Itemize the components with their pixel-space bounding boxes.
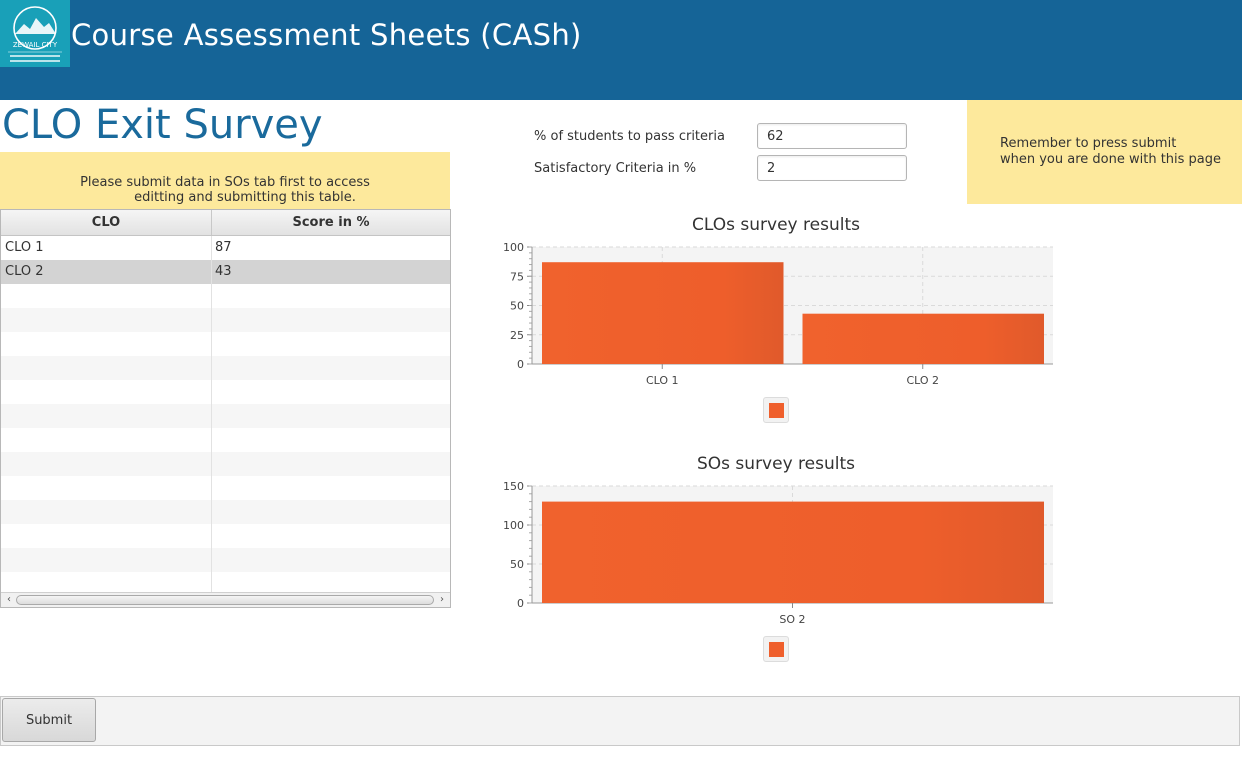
clo-cell[interactable] — [1, 284, 212, 308]
score-cell[interactable] — [212, 356, 450, 380]
clo-cell[interactable] — [1, 308, 212, 332]
table-row[interactable] — [1, 284, 450, 308]
score-cell[interactable] — [212, 500, 450, 524]
score-cell[interactable] — [212, 452, 450, 476]
horizontal-scrollbar[interactable]: ‹ › — [1, 592, 450, 607]
bar-so-2 — [542, 501, 1044, 603]
note-line: Remember to press submit — [1000, 136, 1177, 151]
pass-criteria-input[interactable] — [757, 123, 907, 149]
clo-cell[interactable] — [1, 452, 212, 476]
note-line: Please submit data in SOs tab first to a… — [80, 175, 370, 190]
table-row[interactable] — [1, 476, 450, 500]
x-tick-label: CLO 2 — [906, 374, 939, 387]
scrollbar-thumb[interactable] — [16, 595, 434, 605]
table-header: CLO Score in % — [1, 210, 450, 236]
clo-cell[interactable] — [1, 428, 212, 452]
note-line: when you are done with this page — [1000, 152, 1222, 167]
app-header: ZEWAIL CITY Course Assessment Sheets (CA… — [0, 0, 1242, 100]
score-cell[interactable] — [212, 524, 450, 548]
svg-text:ZEWAIL CITY: ZEWAIL CITY — [13, 41, 58, 49]
table-row[interactable] — [1, 380, 450, 404]
table-row[interactable] — [1, 548, 450, 572]
table-row[interactable] — [1, 356, 450, 380]
satisfactory-criteria-label: Satisfactory Criteria in % — [534, 161, 697, 176]
table-row[interactable] — [1, 500, 450, 524]
score-cell[interactable] — [212, 332, 450, 356]
score-cell[interactable] — [212, 428, 450, 452]
x-tick-label: CLO 1 — [646, 374, 679, 387]
score-cell[interactable] — [212, 380, 450, 404]
score-cell[interactable] — [212, 404, 450, 428]
so-chart-title: SOs survey results — [697, 454, 855, 474]
submit-reminder-note: Remember to press submit when you are do… — [967, 100, 1242, 204]
clo-chart-legend — [763, 397, 789, 423]
y-tick-label: 100 — [503, 241, 524, 254]
scroll-left-icon[interactable]: ‹ — [2, 593, 16, 607]
y-tick-label: 0 — [517, 358, 524, 371]
score-cell[interactable] — [212, 308, 450, 332]
score-cell[interactable] — [212, 548, 450, 572]
y-tick-label: 25 — [510, 329, 524, 342]
so-survey-chart: 0 50 100 150 SO 2 — [503, 480, 1053, 626]
table-row[interactable]: CLO 2 43 — [1, 260, 450, 284]
y-tick-label: 75 — [510, 270, 524, 283]
so-chart-legend — [763, 636, 789, 662]
clo-cell[interactable] — [1, 476, 212, 500]
score-cell[interactable]: 43 — [212, 260, 450, 284]
table-row[interactable] — [1, 524, 450, 548]
page-title: CLO Exit Survey — [2, 102, 323, 148]
zewail-city-logo: ZEWAIL CITY — [0, 0, 70, 67]
clo-survey-chart: 0 25 50 75 100 CLO 1 CLO 2 — [503, 241, 1053, 387]
satisfactory-criteria-input[interactable] — [757, 155, 907, 181]
legend-color-swatch — [769, 403, 784, 418]
column-header-clo[interactable]: CLO — [1, 210, 212, 235]
table-row[interactable] — [1, 428, 450, 452]
table-row[interactable] — [1, 308, 450, 332]
bar-clo-1 — [542, 262, 784, 364]
clo-cell[interactable] — [1, 548, 212, 572]
note-line: editting and submitting this table. — [134, 190, 356, 205]
score-cell[interactable] — [212, 284, 450, 308]
clo-cell[interactable]: CLO 1 — [1, 236, 212, 260]
table-row[interactable] — [1, 332, 450, 356]
table-row[interactable] — [1, 404, 450, 428]
y-tick-label: 0 — [517, 597, 524, 610]
pass-criteria-label: % of students to pass criteria — [534, 129, 725, 144]
app-title: Course Assessment Sheets (CASh) — [71, 18, 582, 52]
score-cell[interactable]: 87 — [212, 236, 450, 260]
clo-cell[interactable] — [1, 524, 212, 548]
bottom-toolbar: Submit — [0, 696, 1240, 746]
clo-cell[interactable] — [1, 404, 212, 428]
clo-score-table[interactable]: CLO Score in % CLO 1 87 CLO 2 43 ‹ › — [0, 209, 451, 608]
column-header-score[interactable]: Score in % — [212, 210, 450, 235]
clo-cell[interactable]: CLO 2 — [1, 260, 212, 284]
x-tick-label: SO 2 — [779, 613, 805, 626]
submit-button[interactable]: Submit — [2, 698, 96, 742]
score-cell[interactable] — [212, 476, 450, 500]
clo-cell[interactable] — [1, 500, 212, 524]
clo-cell[interactable] — [1, 332, 212, 356]
scroll-right-icon[interactable]: › — [435, 593, 449, 607]
table-access-note: Please submit data in SOs tab first to a… — [0, 152, 450, 209]
clo-chart-title: CLOs survey results — [692, 215, 860, 235]
table-row[interactable]: CLO 1 87 — [1, 236, 450, 260]
clo-cell[interactable] — [1, 380, 212, 404]
y-tick-label: 100 — [503, 519, 524, 532]
table-body: CLO 1 87 CLO 2 43 — [1, 236, 450, 596]
y-tick-label: 150 — [503, 480, 524, 493]
legend-color-swatch — [769, 642, 784, 657]
clo-cell[interactable] — [1, 356, 212, 380]
bar-clo-2 — [802, 313, 1044, 364]
y-tick-label: 50 — [510, 300, 524, 313]
table-row[interactable] — [1, 452, 450, 476]
y-tick-label: 50 — [510, 558, 524, 571]
